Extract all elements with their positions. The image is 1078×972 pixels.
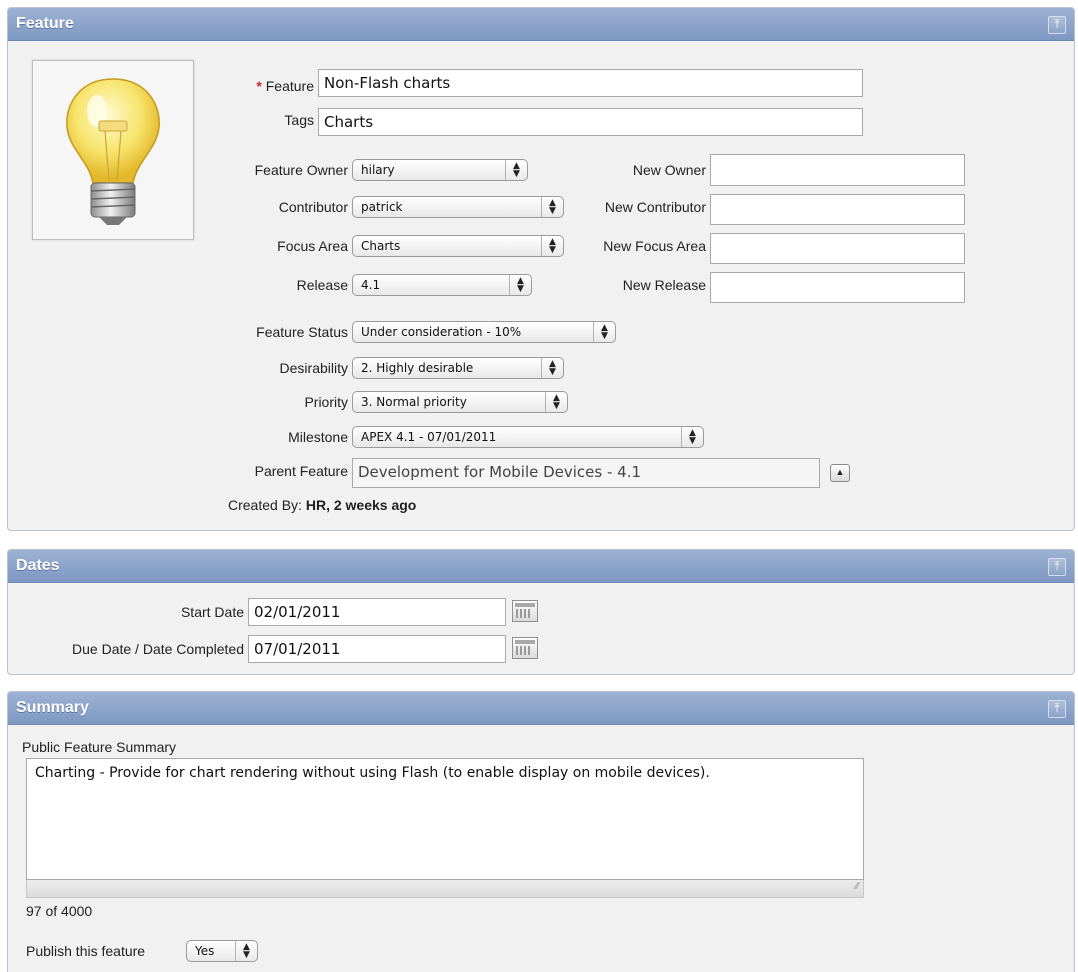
status-select[interactable]: Under consideration - 10% ▲ ▼ xyxy=(352,321,616,343)
resize-grip-icon[interactable]: ⁄⁄ xyxy=(856,881,859,892)
calendar-icon[interactable] xyxy=(512,600,538,622)
contributor-select-value: patrick xyxy=(361,200,403,214)
due-date-label: Due Date / Date Completed xyxy=(72,641,244,657)
desirability-select-value: 2. Highly desirable xyxy=(361,361,474,375)
parent-feature-input[interactable]: Development for Mobile Devices - 4.1 xyxy=(352,458,820,488)
status-select-value: Under consideration - 10% xyxy=(361,325,522,339)
tags-label: Tags xyxy=(284,112,314,128)
priority-label: Priority xyxy=(304,394,348,410)
focus-area-label: Focus Area xyxy=(277,238,348,254)
new-contributor-input[interactable] xyxy=(710,194,965,225)
publish-select-value: Yes xyxy=(195,944,215,958)
select-arrows-icon: ▲ ▼ xyxy=(509,275,531,295)
feature-image xyxy=(32,60,194,240)
owner-select-value: hilary xyxy=(361,163,395,177)
feature-label: * Feature xyxy=(222,78,314,94)
owner-select[interactable]: hilary ▲ ▼ xyxy=(352,159,528,181)
priority-select[interactable]: 3. Normal priority ▲ ▼ xyxy=(352,391,568,413)
publish-label: Publish this feature xyxy=(26,943,146,959)
due-date-input[interactable]: 07/01/2011 xyxy=(248,635,506,663)
release-label: Release xyxy=(296,277,348,293)
start-date-input[interactable]: 02/01/2011 xyxy=(248,598,506,626)
textarea-resize-bar: ⁄⁄ xyxy=(26,880,864,898)
desirability-label: Desirability xyxy=(279,360,348,376)
select-arrows-icon: ▲ ▼ xyxy=(681,427,703,447)
start-date-label: Start Date xyxy=(180,604,244,620)
select-arrows-icon: ▲ ▼ xyxy=(541,197,563,217)
select-arrows-icon: ▲ ▼ xyxy=(593,322,615,342)
parent-feature-label: Parent Feature xyxy=(254,463,348,479)
milestone-select[interactable]: APEX 4.1 - 07/01/2011 ▲ ▼ xyxy=(352,426,704,448)
feature-region-title: Feature xyxy=(16,15,74,32)
release-select[interactable]: 4.1 ▲ ▼ xyxy=(352,274,532,296)
desirability-select[interactable]: 2. Highly desirable ▲ ▼ xyxy=(352,357,564,379)
caret-up-icon: ▲ xyxy=(835,467,845,477)
new-owner-input[interactable] xyxy=(710,154,965,186)
dates-region-title: Dates xyxy=(16,557,60,574)
summary-region-header: Summary ⤒ xyxy=(8,692,1074,725)
feature-input[interactable]: Non-Flash charts xyxy=(318,69,863,97)
required-asterisk: * xyxy=(256,78,262,94)
status-label: Feature Status xyxy=(256,324,348,340)
new-release-input[interactable] xyxy=(710,272,965,303)
summary-region-title: Summary xyxy=(16,699,89,716)
created-by: Created By: HR, 2 weeks ago xyxy=(228,497,416,513)
dates-region: Dates ⤒ Start Date 02/01/2011 Due Date /… xyxy=(7,549,1075,675)
created-by-separator: , xyxy=(326,497,330,513)
parent-feature-popup-button[interactable]: ▲ xyxy=(830,464,850,482)
select-arrows-icon: ▲ ▼ xyxy=(541,236,563,256)
release-select-value: 4.1 xyxy=(361,278,381,292)
publish-select[interactable]: Yes ▲ ▼ xyxy=(186,940,258,962)
contributor-label: Contributor xyxy=(278,199,348,215)
priority-select-value: 3. Normal priority xyxy=(361,395,467,409)
feature-region-header: Feature ⤒ xyxy=(8,8,1074,41)
created-by-label: Created By: xyxy=(228,497,302,513)
tags-input[interactable]: Charts xyxy=(318,108,863,136)
summary-textarea[interactable]: Charting - Provide for chart rendering w… xyxy=(26,758,864,880)
collapse-icon[interactable]: ⤒ xyxy=(1048,16,1066,34)
focus-area-select[interactable]: Charts ▲ ▼ xyxy=(352,235,564,257)
select-arrows-icon: ▲ ▼ xyxy=(541,358,563,378)
new-focus-area-label: New Focus Area xyxy=(603,238,706,254)
created-by-user: HR xyxy=(305,497,327,513)
collapse-icon[interactable]: ⤒ xyxy=(1048,558,1066,576)
milestone-select-value: APEX 4.1 - 07/01/2011 xyxy=(361,430,497,444)
summary-char-counter: 97 of 4000 xyxy=(26,903,93,919)
lightbulb-icon xyxy=(66,78,160,225)
summary-label: Public Feature Summary xyxy=(22,739,177,755)
milestone-label: Milestone xyxy=(288,429,348,445)
feature-label-text: Feature xyxy=(265,78,314,94)
owner-label: Feature Owner xyxy=(254,162,348,178)
new-release-label: New Release xyxy=(622,277,706,293)
new-contributor-label: New Contributor xyxy=(604,199,706,215)
summary-region: Summary ⤒ Public Feature Summary Chartin… xyxy=(7,691,1075,972)
calendar-icon[interactable] xyxy=(512,637,538,659)
created-by-when: 2 weeks ago xyxy=(333,497,417,513)
select-arrows-icon: ▲ ▼ xyxy=(545,392,567,412)
contributor-select[interactable]: patrick ▲ ▼ xyxy=(352,196,564,218)
new-owner-label: New Owner xyxy=(632,162,706,178)
new-focus-area-input[interactable] xyxy=(710,233,965,264)
collapse-icon[interactable]: ⤒ xyxy=(1048,700,1066,718)
focus-area-select-value: Charts xyxy=(361,239,401,253)
dates-region-header: Dates ⤒ xyxy=(8,550,1074,583)
select-arrows-icon: ▲ ▼ xyxy=(505,160,527,180)
select-arrows-icon: ▲ ▼ xyxy=(235,941,257,961)
feature-region: Feature ⤒ * Feature Non-Flash charts Tag… xyxy=(7,7,1075,531)
